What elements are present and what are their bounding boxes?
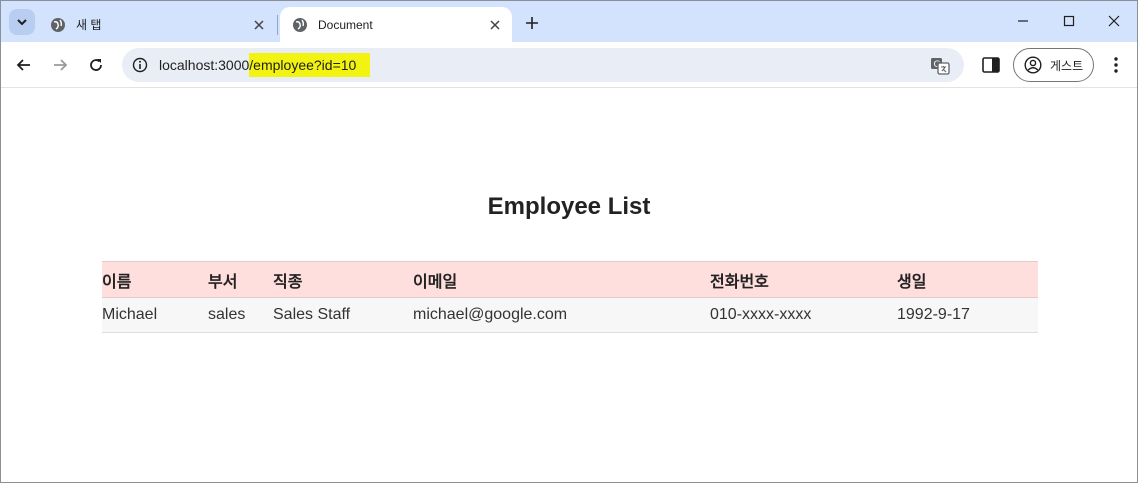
table-header-row: 이름 부서 직종 이메일 전화번호 생일: [102, 261, 1038, 298]
side-panel-icon[interactable]: [980, 54, 1002, 76]
address-bar[interactable]: localhost:3000/employee?id=10 G: [122, 48, 964, 82]
close-icon: [490, 19, 500, 30]
minimize-button[interactable]: [1001, 6, 1045, 36]
cell-phone: 010-xxxx-xxxx: [710, 297, 897, 333]
tab-separator: [277, 15, 278, 35]
tab-close-button[interactable]: [486, 16, 504, 34]
tab-strip: 새 탭 Document: [1, 1, 1137, 42]
cell-email: michael@google.com: [413, 297, 710, 333]
url-path: /employee?id=10: [249, 53, 371, 77]
reload-icon: [90, 59, 102, 71]
tab-search-button[interactable]: [9, 9, 35, 35]
column-header-name: 이름: [102, 261, 208, 298]
tab-title: Document: [318, 17, 373, 32]
column-header-phone: 전화번호: [710, 261, 897, 298]
chevron-down-icon: [17, 19, 27, 26]
reload-button[interactable]: [82, 51, 110, 79]
close-window-button[interactable]: [1092, 6, 1136, 36]
profile-label: 게스트: [1050, 58, 1084, 73]
minimize-icon: [1018, 20, 1028, 22]
back-arrow-icon: [16, 59, 30, 71]
browser-toolbar: localhost:3000/employee?id=10 G 게스트: [1, 42, 1137, 88]
plus-icon: [526, 17, 538, 29]
site-info-button[interactable]: [131, 56, 149, 74]
kebab-menu-icon: [1114, 57, 1118, 73]
maximize-button[interactable]: [1047, 6, 1091, 36]
cell-job: Sales Staff: [273, 297, 413, 333]
menu-button[interactable]: [1105, 54, 1127, 76]
globe-icon: [293, 17, 307, 32]
translate-icon[interactable]: G: [930, 56, 950, 76]
tab-document[interactable]: Document: [280, 7, 512, 42]
forward-button[interactable]: [46, 51, 74, 79]
globe-icon: [51, 17, 65, 32]
column-header-email: 이메일: [413, 261, 710, 298]
tab-new-tab[interactable]: 새 탭: [38, 7, 276, 42]
cell-department: sales: [208, 297, 273, 333]
url-host: localhost:3000: [159, 57, 250, 73]
info-icon: [132, 57, 148, 73]
employee-table: 이름 부서 직종 이메일 전화번호 생일 Michael sales Sales…: [102, 261, 1038, 333]
page-title: Employee List: [487, 193, 651, 220]
maximize-icon: [1063, 15, 1075, 27]
avatar-icon: [1024, 56, 1042, 74]
new-tab-button[interactable]: [520, 11, 544, 35]
close-icon: [254, 19, 264, 30]
browser-window: 새 탭 Document localhost:3000/employee?id=…: [0, 0, 1138, 483]
cell-birthday: 1992-9-17: [897, 297, 1038, 333]
column-header-department: 부서: [208, 261, 273, 298]
profile-button[interactable]: 게스트: [1013, 48, 1094, 82]
tab-close-button[interactable]: [250, 16, 268, 34]
table-row: Michael sales Sales Staff michael@google…: [102, 297, 1038, 333]
url-text[interactable]: localhost:3000/employee?id=10: [159, 53, 371, 77]
column-header-job: 직종: [273, 261, 413, 298]
back-button[interactable]: [10, 51, 38, 79]
column-header-birthday: 생일: [897, 261, 1038, 298]
cell-name: Michael: [102, 297, 208, 333]
forward-arrow-icon: [54, 59, 68, 71]
page-content: Employee List 이름 부서 직종 이메일 전화번호 생일 Micha…: [1, 89, 1137, 482]
close-icon: [1108, 15, 1120, 27]
tab-title: 새 탭: [76, 18, 102, 32]
